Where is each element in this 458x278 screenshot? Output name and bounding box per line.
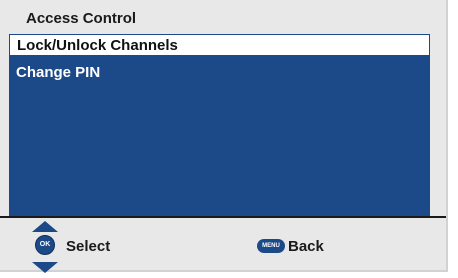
ok-button-icon: OK bbox=[35, 235, 55, 255]
menu-item-change-pin[interactable]: Change PIN bbox=[9, 62, 430, 84]
select-hint-label: Select bbox=[66, 238, 111, 255]
navigation-hint-cluster: OK bbox=[28, 218, 68, 278]
down-arrow-icon bbox=[32, 262, 58, 273]
menu-button-icon: MENU bbox=[257, 239, 285, 253]
back-hint-label: Back bbox=[288, 238, 324, 255]
up-arrow-icon bbox=[32, 221, 58, 232]
menu-panel: Lock/Unlock Channels Change PIN bbox=[9, 34, 430, 216]
access-control-screen: Access Control Lock/Unlock Channels Chan… bbox=[0, 0, 458, 278]
dialog-frame: Access Control Lock/Unlock Channels Chan… bbox=[0, 0, 448, 273]
page-title: Access Control bbox=[26, 10, 137, 27]
menu-item-lock-unlock-channels[interactable]: Lock/Unlock Channels bbox=[9, 34, 430, 56]
